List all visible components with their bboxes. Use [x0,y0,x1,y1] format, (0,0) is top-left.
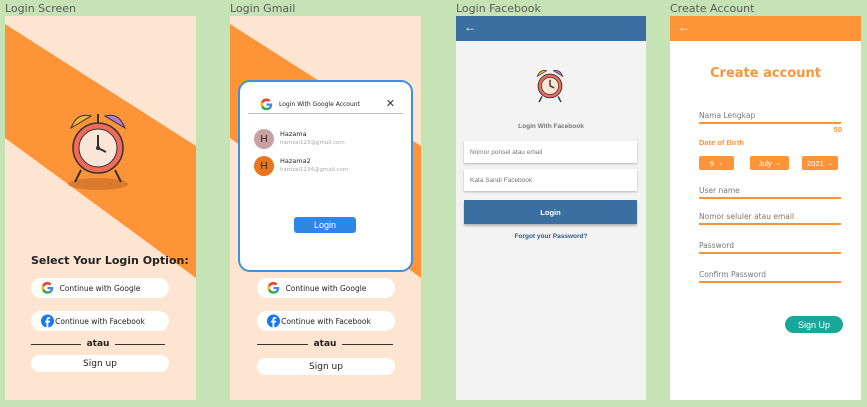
frame-title-login-gmail: Login Gmail [230,2,296,15]
account-option-1[interactable]: H Hazama hamzai123@gmail.com [254,129,345,149]
google-icon [260,98,273,111]
continue-with-google-button[interactable]: Continue with Google [257,278,395,298]
account-email: hamzai123@gmail.com [280,140,345,146]
continue-with-google-button[interactable]: Continue with Google [31,278,169,298]
alarm-clock-icon [68,114,128,190]
full-name-placeholder: Nama Lengkap [699,111,756,120]
sign-up-label: Sign up [309,361,343,372]
sign-up-button[interactable]: Sign up [31,355,169,372]
avatar: H [254,156,274,176]
google-account-dialog: Login With Google Account ✕ H Hazama ham… [238,80,413,272]
phone-email-placeholder: Nomor ponsel atau email [470,148,543,156]
dialog-login-button[interactable]: Login [294,217,356,233]
chevron-down-icon: ⌄ [718,160,724,167]
dialog-title: Login With Google Account [279,101,360,108]
account-email: hamzai1234@gmail.com [280,167,349,173]
create-account-top-bar: ← [670,16,861,41]
account-option-2[interactable]: H Hazama2 hamzai1234@gmail.com [254,156,348,176]
google-button-label: Continue with Google [285,283,367,293]
frame-title-login-facebook: Login Facebook [456,2,541,15]
username-placeholder: User name [699,186,740,195]
day-value: 9 [709,158,715,168]
month-select[interactable]: July ⌄ [750,156,789,170]
back-arrow-icon[interactable]: ← [464,20,476,34]
full-name-input[interactable]: Nama Lengkap [699,111,841,124]
facebook-login-heading: Login With Facebook [518,123,584,130]
login-screen-frame: Select Your Login Option: Continue with … [5,16,196,400]
facebook-login-button[interactable]: Login [464,200,637,224]
google-icon [267,281,280,294]
avatar: H [254,129,274,149]
facebook-button-label: Continue with Facebook [55,316,145,326]
chevron-down-icon: ⌄ [827,160,833,167]
confirm-password-input[interactable]: Confirm Password [699,270,841,283]
phone-email-placeholder: Nomor seluler atau email [699,212,795,221]
continue-with-facebook-button[interactable]: Continue with Facebook [257,311,395,331]
character-counter: 50 [833,125,842,134]
sign-up-button[interactable]: Sign Up [785,316,843,333]
login-facebook-frame: ← Login With Facebook Nomor ponsel atau … [456,16,646,400]
google-button-label: Continue with Google [59,283,141,293]
close-icon[interactable]: ✕ [386,96,395,112]
sign-up-label: Sign up [83,358,117,369]
create-account-heading: Create account [710,66,821,81]
or-divider: atau [257,338,394,350]
phone-email-input[interactable]: Nomor ponsel atau email [464,141,637,163]
or-divider-text: atau [313,339,337,349]
facebook-top-bar: ← [456,16,646,41]
alarm-clock-icon [536,70,564,103]
frame-title-login-screen: Login Screen [5,2,76,15]
username-input[interactable]: User name [699,186,841,199]
frame-title-create-account: Create Account [670,2,755,15]
sign-up-button[interactable]: Sign up [257,358,395,375]
back-arrow-icon[interactable]: ← [678,20,690,34]
password-placeholder: Kata Sandi Facebook [470,176,533,184]
confirm-password-placeholder: Confirm Password [699,270,766,279]
dialog-header: Login With Google Account ✕ [248,96,403,114]
year-select[interactable]: 2021 ⌄ [802,156,838,170]
account-name: Hazama2 [280,157,311,165]
account-name: Hazama [280,130,307,138]
year-value: 2021 [807,158,824,168]
create-account-frame: ← Create account Nama Lengkap 50 Date of… [670,16,861,400]
login-gmail-frame: Login With Google Account ✕ H Hazama ham… [230,16,421,400]
chevron-down-icon: ⌄ [775,160,781,167]
password-placeholder: Password [699,241,735,250]
day-select[interactable]: 9 ⌄ [699,156,734,170]
facebook-button-label: Continue with Facebook [281,316,371,326]
continue-with-facebook-button[interactable]: Continue with Facebook [31,311,169,331]
date-of-birth-label: Date of Birth [699,138,744,147]
password-input[interactable]: Kata Sandi Facebook [464,169,637,191]
month-value: July [758,158,772,168]
login-option-title: Select Your Login Option: [31,254,189,267]
google-icon [41,281,54,294]
facebook-icon [41,314,54,328]
phone-email-input[interactable]: Nomor seluler atau email [699,212,841,225]
or-divider: atau [31,338,166,350]
facebook-icon [267,314,280,328]
or-divider-text: atau [86,339,110,349]
forgot-password-link[interactable]: Forgot your Password? [456,233,646,240]
password-input[interactable]: Password [699,241,841,254]
